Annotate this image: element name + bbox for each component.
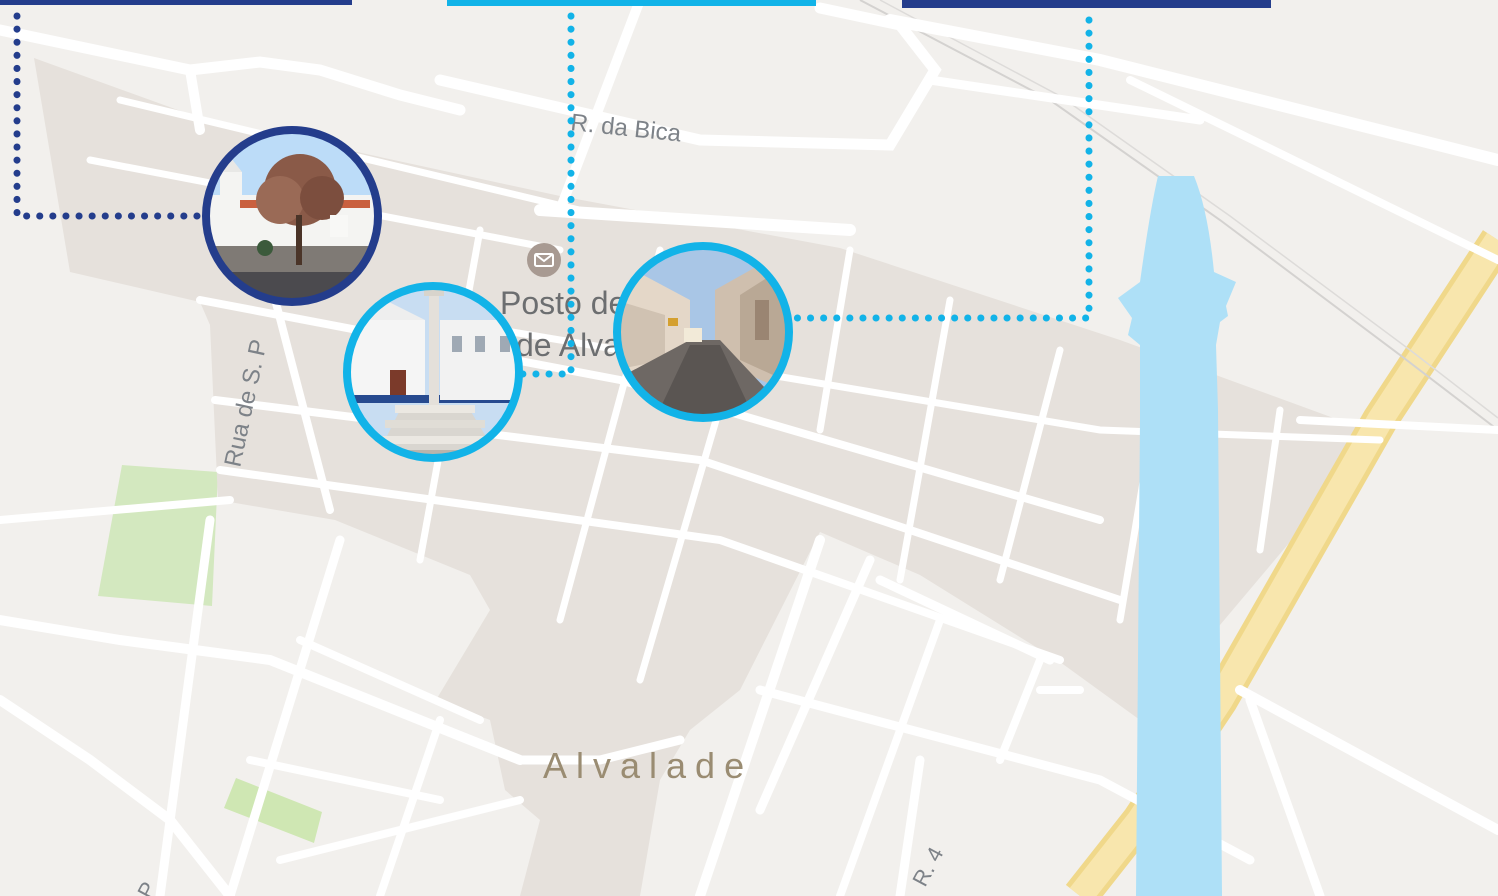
town-label: Alvalade bbox=[543, 745, 753, 786]
callout-header-bar-left[interactable] bbox=[0, 0, 352, 5]
callout-header-bar-right[interactable] bbox=[902, 0, 1271, 8]
map-canvas[interactable]: R. da Bica Rua de S. P R. 4 P Posto de C… bbox=[0, 0, 1498, 896]
callout-header-bar-center[interactable] bbox=[447, 0, 816, 6]
